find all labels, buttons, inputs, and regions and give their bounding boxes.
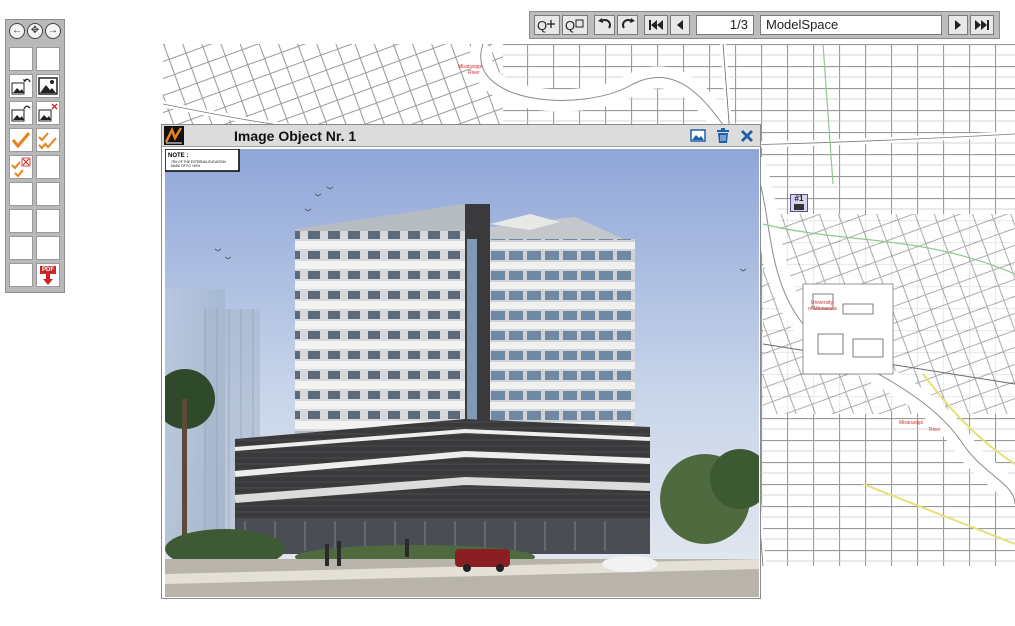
- checkmark-icon: [11, 132, 31, 149]
- palette-empty-slot[interactable]: [36, 155, 60, 179]
- palette-empty-slot[interactable]: [9, 182, 33, 206]
- double-checkmark-icon: [38, 132, 57, 150]
- image-undo-icon: [11, 78, 31, 95]
- map-label-university-sub: of Minnesota: [808, 306, 837, 312]
- rotate-right-button[interactable]: [617, 15, 638, 35]
- next-page-button[interactable]: [948, 15, 968, 35]
- space-selector-value: ModelSpace: [766, 17, 839, 32]
- palette-empty-slot[interactable]: [36, 47, 60, 71]
- palette-empty-slot[interactable]: [36, 182, 60, 206]
- palette-empty-slot[interactable]: [36, 236, 60, 260]
- first-page-button[interactable]: [644, 15, 668, 35]
- zoom-in-icon: Q: [537, 18, 555, 33]
- image-undo-button[interactable]: [9, 74, 33, 98]
- image-icon: [794, 204, 804, 210]
- triangle-left-icon: [677, 20, 683, 30]
- uncheck-icon: [11, 157, 31, 178]
- window-title: Image Object Nr. 1: [234, 128, 357, 144]
- arrow-right-icon[interactable]: →: [45, 23, 61, 39]
- download-arrow-icon: [43, 273, 53, 285]
- page-indicator[interactable]: 1/3: [696, 15, 754, 35]
- zoom-in-button[interactable]: Q: [534, 15, 560, 35]
- insert-image-button[interactable]: [36, 74, 60, 98]
- rotate-left-icon: [597, 18, 611, 29]
- image-marker[interactable]: #1: [790, 194, 808, 212]
- image-marker-label: #1: [794, 194, 804, 203]
- tool-palette: ← ✥ → PDF: [5, 19, 65, 293]
- triangle-right-icon: [955, 20, 961, 30]
- close-icon[interactable]: [740, 128, 754, 143]
- app-logo-icon: [164, 126, 184, 145]
- first-page-icon: [649, 20, 663, 30]
- export-pdf-button[interactable]: PDF: [36, 263, 60, 287]
- trash-icon[interactable]: [716, 128, 730, 143]
- palette-empty-slot[interactable]: [9, 209, 33, 233]
- zoom-extents-icon: Q: [565, 18, 584, 33]
- window-titlebar[interactable]: Image Object Nr. 1: [162, 125, 760, 147]
- window-actions: [690, 128, 754, 143]
- last-page-button[interactable]: [970, 15, 994, 35]
- check-button[interactable]: [9, 128, 33, 152]
- rotate-left-button[interactable]: [594, 15, 615, 35]
- palette-empty-slot[interactable]: [36, 209, 60, 233]
- image-object-window[interactable]: Image Object Nr. 1 NOTE: 75% OF THE EXT…: [161, 124, 761, 599]
- image-delete-icon: [38, 103, 58, 122]
- svg-text:Q: Q: [537, 18, 547, 33]
- zoom-extents-button[interactable]: Q: [562, 15, 588, 35]
- space-selector[interactable]: ModelSpace: [760, 15, 942, 35]
- image-redo-button[interactable]: [9, 101, 33, 125]
- delete-image-button[interactable]: [36, 101, 60, 125]
- rotate-right-icon: [621, 18, 635, 29]
- viewer-toolbar: Q Q 1/3 ModelSpace: [529, 11, 1000, 39]
- move-icon[interactable]: ✥: [27, 23, 43, 39]
- map-label-river-bottom-sub: River: [929, 427, 941, 433]
- check-all-button[interactable]: [36, 128, 60, 152]
- palette-empty-slot[interactable]: [9, 263, 33, 287]
- note-line-2: MADE OF FG +40%: [171, 164, 200, 168]
- image-icon[interactable]: [690, 128, 706, 143]
- note-heading: NOTE :: [168, 153, 188, 159]
- image-redo-icon: [11, 105, 31, 122]
- arrow-left-icon[interactable]: ←: [9, 23, 25, 39]
- palette-nav: ← ✥ →: [9, 23, 61, 41]
- page-indicator-text: 1/3: [729, 17, 748, 32]
- last-page-icon: [975, 20, 989, 30]
- palette-empty-slot[interactable]: [9, 47, 33, 71]
- map-label-river-bottom: Mississippi: [899, 420, 923, 426]
- map-label-river-top-sub: River: [468, 70, 480, 76]
- previous-page-button[interactable]: [670, 15, 690, 35]
- palette-empty-slot[interactable]: [9, 236, 33, 260]
- uncheck-button[interactable]: [9, 155, 33, 179]
- building-rendering-image: NOTE : 75% OF THE EXTERNAL ELEVATION MAD…: [165, 149, 759, 597]
- landscape-image-icon: [38, 77, 58, 95]
- svg-text:Q: Q: [565, 18, 575, 33]
- pdf-icon: PDF: [40, 265, 56, 274]
